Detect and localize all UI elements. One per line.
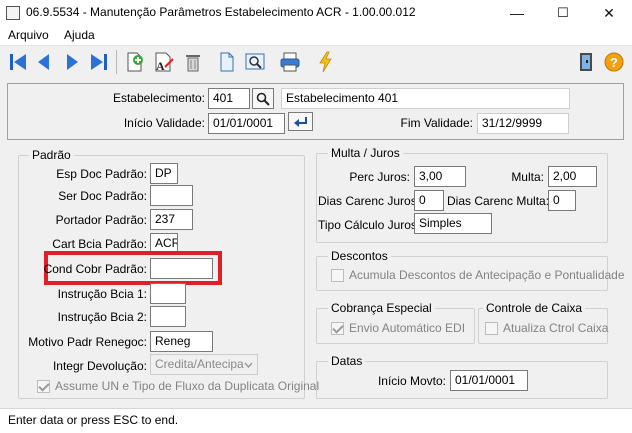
new-document-icon	[220, 52, 234, 72]
help-button[interactable]: ?	[602, 49, 626, 75]
atualiza-ctrol-caixa-checkbox-box	[485, 321, 498, 335]
datas-group-title: Datas	[328, 354, 366, 368]
envio-edi-checkbox[interactable]: Envio Automático EDI	[331, 321, 465, 335]
instrucao2-label: Instrução Bcia 2:	[57, 310, 147, 324]
assume-un-checkbox-box	[37, 379, 50, 393]
instrucao2-input[interactable]	[150, 306, 186, 327]
execute-button[interactable]	[314, 49, 338, 75]
instrucao1-input[interactable]	[150, 283, 186, 304]
next-record-button[interactable]	[60, 49, 84, 75]
estabelecimento-label: Estabelecimento:	[112, 91, 205, 105]
toolbar-separator	[116, 50, 117, 74]
motivo-label: Motivo Padr Renegoc:	[28, 335, 147, 349]
acumula-descontos-checkbox[interactable]: Acumula Descontos de Antecipação e Pontu…	[331, 268, 625, 282]
previous-icon	[38, 54, 49, 70]
maximize-button[interactable]: ☐	[540, 0, 586, 26]
app-icon	[6, 6, 20, 20]
dias-carenc-juros-label: Dias Carenc Juros:	[318, 194, 421, 208]
inicio-validade-input[interactable]: 01/01/0001	[208, 113, 285, 134]
last-icon	[91, 54, 107, 70]
portador-input[interactable]: 237	[150, 209, 193, 230]
search-icon	[256, 92, 270, 106]
inicio-movto-input[interactable]: 01/01/0001	[450, 370, 528, 391]
perc-juros-input[interactable]: 3,00	[414, 166, 466, 187]
controle-caixa-group-title: Controle de Caixa	[483, 301, 586, 315]
cond-cobr-label: Cond Cobr Padrão:	[43, 262, 147, 276]
ser-doc-label: Ser Doc Padrão:	[58, 189, 147, 203]
atualiza-ctrol-caixa-label: Atualiza Ctrol Caixa	[503, 321, 609, 335]
zoom-button[interactable]	[243, 49, 267, 75]
fim-validade-label: Fim Validade:	[400, 116, 473, 130]
integr-select[interactable]: Credita/Antecipa	[150, 354, 258, 375]
new-document-button[interactable]	[215, 49, 239, 75]
inicio-validade-label: Início Validade:	[123, 116, 205, 130]
fim-validade-field: 31/12/9999	[477, 113, 569, 134]
dias-carenc-juros-input[interactable]: 0	[414, 190, 444, 211]
zoom-icon	[245, 53, 265, 70]
svg-text:A: A	[156, 59, 165, 73]
delete-record-button[interactable]	[181, 49, 205, 75]
exit-button[interactable]	[574, 49, 598, 75]
print-button[interactable]	[278, 49, 302, 75]
esp-doc-label: Esp Doc Padrão:	[56, 167, 147, 181]
estabelecimento-code-input[interactable]: 401	[208, 88, 250, 109]
edit-record-button[interactable]: A	[152, 49, 176, 75]
exit-icon	[580, 53, 592, 71]
motivo-input[interactable]: Reneg	[150, 331, 213, 352]
delete-icon	[186, 55, 200, 72]
portador-label: Portador Padrão:	[55, 213, 147, 227]
add-record-button[interactable]	[123, 49, 147, 75]
tipo-calculo-label: Tipo Cálculo Juros:	[318, 218, 421, 232]
last-record-button[interactable]	[87, 49, 111, 75]
ser-doc-input[interactable]	[150, 185, 193, 206]
assume-un-checkbox[interactable]: Assume UN e Tipo de Fluxo da Duplicata O…	[37, 379, 319, 393]
menu-ajuda[interactable]: Ajuda	[64, 28, 95, 42]
svg-text:?: ?	[610, 55, 618, 70]
print-icon	[280, 52, 300, 72]
esp-doc-input[interactable]: DP	[150, 163, 178, 184]
inicio-movto-label: Início Movto:	[377, 374, 446, 388]
chevron-down-icon	[240, 355, 257, 374]
enter-icon	[293, 116, 307, 127]
status-text: Enter data or press ESC to end.	[8, 413, 179, 427]
add-icon	[127, 52, 143, 72]
help-icon: ?	[604, 52, 624, 72]
envio-edi-checkbox-box	[331, 321, 344, 335]
menu-arquivo[interactable]: Arquivo	[8, 28, 49, 42]
perc-juros-label: Perc Juros:	[349, 170, 410, 184]
dias-carenc-multa-label: Dias Carenc Multa:	[447, 194, 550, 208]
atualiza-ctrol-caixa-checkbox[interactable]: Atualiza Ctrol Caixa	[485, 321, 608, 335]
padrao-group-title: Padrão	[29, 148, 74, 162]
cobranca-especial-group-title: Cobrança Especial	[328, 301, 435, 315]
estabelecimento-name-field: Estabelecimento 401	[281, 88, 570, 109]
descontos-group-title: Descontos	[328, 249, 391, 263]
cart-bcia-label: Cart Bcia Padrão:	[52, 237, 147, 251]
multa-juros-group-title: Multa / Juros	[328, 146, 403, 160]
assume-un-label: Assume UN e Tipo de Fluxo da Duplicata O…	[55, 379, 320, 393]
acumula-descontos-checkbox-box	[331, 268, 344, 282]
integr-label: Integr Devolução:	[52, 359, 147, 373]
execute-icon	[319, 51, 332, 73]
first-icon	[10, 54, 26, 70]
window-title: 06.9.5534 - Manutenção Parâmetros Estabe…	[26, 5, 416, 19]
dias-carenc-multa-input[interactable]: 0	[548, 190, 576, 211]
close-button[interactable]: ✕	[586, 0, 632, 26]
inicio-validade-go-button[interactable]	[288, 112, 313, 131]
next-icon	[67, 54, 78, 70]
multa-input[interactable]: 2,00	[548, 166, 597, 187]
minimize-button[interactable]: —	[494, 0, 540, 26]
previous-record-button[interactable]	[32, 49, 56, 75]
integr-select-value: Credita/Antecipa	[155, 357, 244, 371]
envio-edi-label: Envio Automático EDI	[349, 321, 466, 335]
cond-cobr-input[interactable]	[150, 258, 213, 279]
estabelecimento-zoom-button[interactable]	[252, 88, 274, 109]
first-record-button[interactable]	[6, 49, 30, 75]
tipo-calculo-input[interactable]: Simples	[414, 213, 492, 234]
edit-icon: A	[155, 52, 174, 73]
instrucao1-label: Instrução Bcia 1:	[57, 287, 147, 301]
multa-label: Multa:	[511, 170, 544, 184]
acumula-descontos-label: Acumula Descontos de Antecipação e Pontu…	[349, 268, 625, 282]
